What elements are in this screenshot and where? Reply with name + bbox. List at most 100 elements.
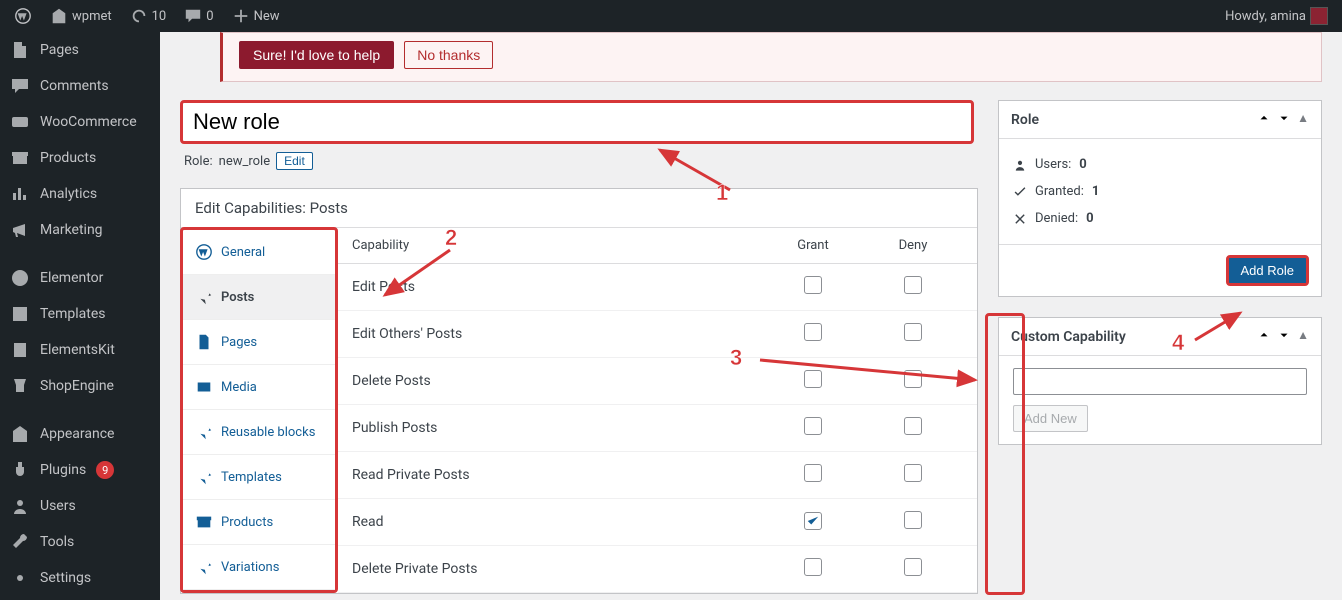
grant-checkbox[interactable]	[804, 323, 822, 341]
edit-slug-button[interactable]: Edit	[276, 152, 313, 170]
deny-checkbox[interactable]	[904, 558, 922, 576]
avatar	[1310, 7, 1328, 25]
role-slug-row: Role: new_role Edit	[180, 144, 978, 178]
pin-icon	[195, 468, 213, 486]
sidebar-item-elementskit[interactable]: ElementsKit	[0, 332, 160, 368]
plugin-icon	[10, 460, 30, 480]
megaphone-icon	[10, 220, 30, 240]
sidebar-item-shopengine[interactable]: ShopEngine	[0, 368, 160, 404]
capability-row: Delete Private Posts	[338, 546, 977, 593]
shopengine-icon	[10, 376, 30, 396]
deny-checkbox[interactable]	[904, 276, 922, 294]
comment-icon	[10, 76, 30, 96]
grant-checkbox[interactable]	[804, 417, 822, 435]
sidebar-item-comments[interactable]: Comments	[0, 68, 160, 104]
role-box-title: Role	[1011, 112, 1039, 128]
wp-icon	[195, 243, 213, 261]
admin-sidebar: PagesCommentsWooCommerceProductsAnalytic…	[0, 32, 160, 600]
capability-row: Publish Posts	[338, 405, 977, 452]
capability-row: Read	[338, 499, 977, 546]
tab-variations[interactable]: Variations	[183, 545, 335, 590]
deny-checkbox[interactable]	[904, 511, 922, 529]
grant-checkbox[interactable]	[804, 370, 822, 388]
page-icon	[10, 40, 30, 60]
grant-checkbox[interactable]	[804, 464, 822, 482]
main-content: Sure! I'd love to help No thanks Role: n…	[160, 32, 1342, 600]
custom-capability-input[interactable]	[1013, 368, 1307, 395]
comments-count[interactable]: 0	[178, 7, 219, 25]
move-up-icon[interactable]	[1257, 111, 1271, 128]
sidebar-item-pages[interactable]: Pages	[0, 32, 160, 68]
denied-stat: Denied: 0	[1013, 205, 1307, 232]
user-icon	[10, 496, 30, 516]
add-new-capability-button[interactable]: Add New	[1013, 405, 1088, 432]
sidebar-item-templates[interactable]: Templates	[0, 296, 160, 332]
role-title-input[interactable]	[180, 100, 974, 144]
admin-bar: wpmet 10 0 New Howdy, amina	[0, 0, 1342, 32]
wp-logo[interactable]	[8, 7, 38, 25]
sidebar-item-woocommerce[interactable]: WooCommerce	[0, 104, 160, 140]
sidebar-item-tools[interactable]: Tools	[0, 524, 160, 560]
sidebar-item-plugins[interactable]: Plugins9	[0, 452, 160, 488]
sidebar-item-settings[interactable]: Settings	[0, 560, 160, 596]
tab-templates[interactable]: Templates	[183, 455, 335, 500]
grant-checkbox[interactable]	[804, 512, 822, 530]
badge: 9	[96, 461, 114, 479]
sidebar-item-users[interactable]: Users	[0, 488, 160, 524]
chart-icon	[10, 184, 30, 204]
tab-reusable-blocks[interactable]: Reusable blocks	[183, 410, 335, 455]
new-content[interactable]: New	[226, 7, 286, 25]
ekit-icon	[10, 340, 30, 360]
grant-checkbox[interactable]	[804, 276, 822, 294]
sidebar-item-products[interactable]: Products	[0, 140, 160, 176]
capabilities-heading: Edit Capabilities: Posts	[181, 189, 977, 228]
sidebar-item-elementor[interactable]: Elementor	[0, 260, 160, 296]
capability-table-header: Capability Grant Deny	[338, 228, 977, 264]
deny-checkbox[interactable]	[904, 417, 922, 435]
pin-icon	[195, 558, 213, 576]
toggle-icon[interactable]: ▲	[1297, 328, 1309, 345]
feedback-banner: Sure! I'd love to help No thanks	[220, 32, 1322, 82]
tab-products[interactable]: Products	[183, 500, 335, 545]
archive-icon	[10, 148, 30, 168]
custom-capability-box: Custom Capability ▲ Add New	[998, 317, 1322, 445]
templates-icon	[10, 304, 30, 324]
tab-pages[interactable]: Pages	[183, 320, 335, 365]
move-down-icon[interactable]	[1277, 111, 1291, 128]
sidebar-item-analytics[interactable]: Analytics	[0, 176, 160, 212]
deny-checkbox[interactable]	[904, 323, 922, 341]
tab-posts[interactable]: Posts	[183, 275, 335, 320]
sidebar-item-appearance[interactable]: Appearance	[0, 416, 160, 452]
howdy-user[interactable]: Howdy, amina	[1219, 7, 1334, 25]
role-slug: new_role	[219, 154, 270, 169]
sidebar-item-marketing[interactable]: Marketing	[0, 212, 160, 248]
media-icon	[195, 378, 213, 396]
woo-icon	[10, 112, 30, 132]
elementor-icon	[10, 268, 30, 288]
toggle-icon[interactable]: ▲	[1297, 111, 1309, 128]
granted-stat: Granted: 1	[1013, 178, 1307, 205]
move-down-icon[interactable]	[1277, 328, 1291, 345]
updates[interactable]: 10	[124, 7, 173, 25]
tab-media[interactable]: Media	[183, 365, 335, 410]
move-up-icon[interactable]	[1257, 328, 1271, 345]
tools-icon	[10, 532, 30, 552]
archive2-icon	[195, 513, 213, 531]
add-role-button[interactable]: Add Role	[1226, 255, 1309, 286]
page2-icon	[195, 333, 213, 351]
capability-row: Edit Posts	[338, 264, 977, 311]
appearance-icon	[10, 424, 30, 444]
banner-accept-button[interactable]: Sure! I'd love to help	[239, 41, 394, 69]
deny-checkbox[interactable]	[904, 370, 922, 388]
tab-general[interactable]: General	[183, 230, 335, 275]
settings-icon	[10, 568, 30, 588]
grant-checkbox[interactable]	[804, 558, 822, 576]
capability-row: Edit Others' Posts	[338, 311, 977, 358]
capability-row: Read Private Posts	[338, 452, 977, 499]
banner-decline-button[interactable]: No thanks	[404, 41, 493, 69]
site-name[interactable]: wpmet	[44, 7, 118, 25]
capability-tabs: GeneralPostsPagesMediaReusable blocksTem…	[180, 227, 338, 593]
deny-checkbox[interactable]	[904, 464, 922, 482]
pin-icon	[195, 423, 213, 441]
role-meta-box: Role ▲ Users: 0 Granted: 1 Denied: 0 Add…	[998, 100, 1322, 297]
